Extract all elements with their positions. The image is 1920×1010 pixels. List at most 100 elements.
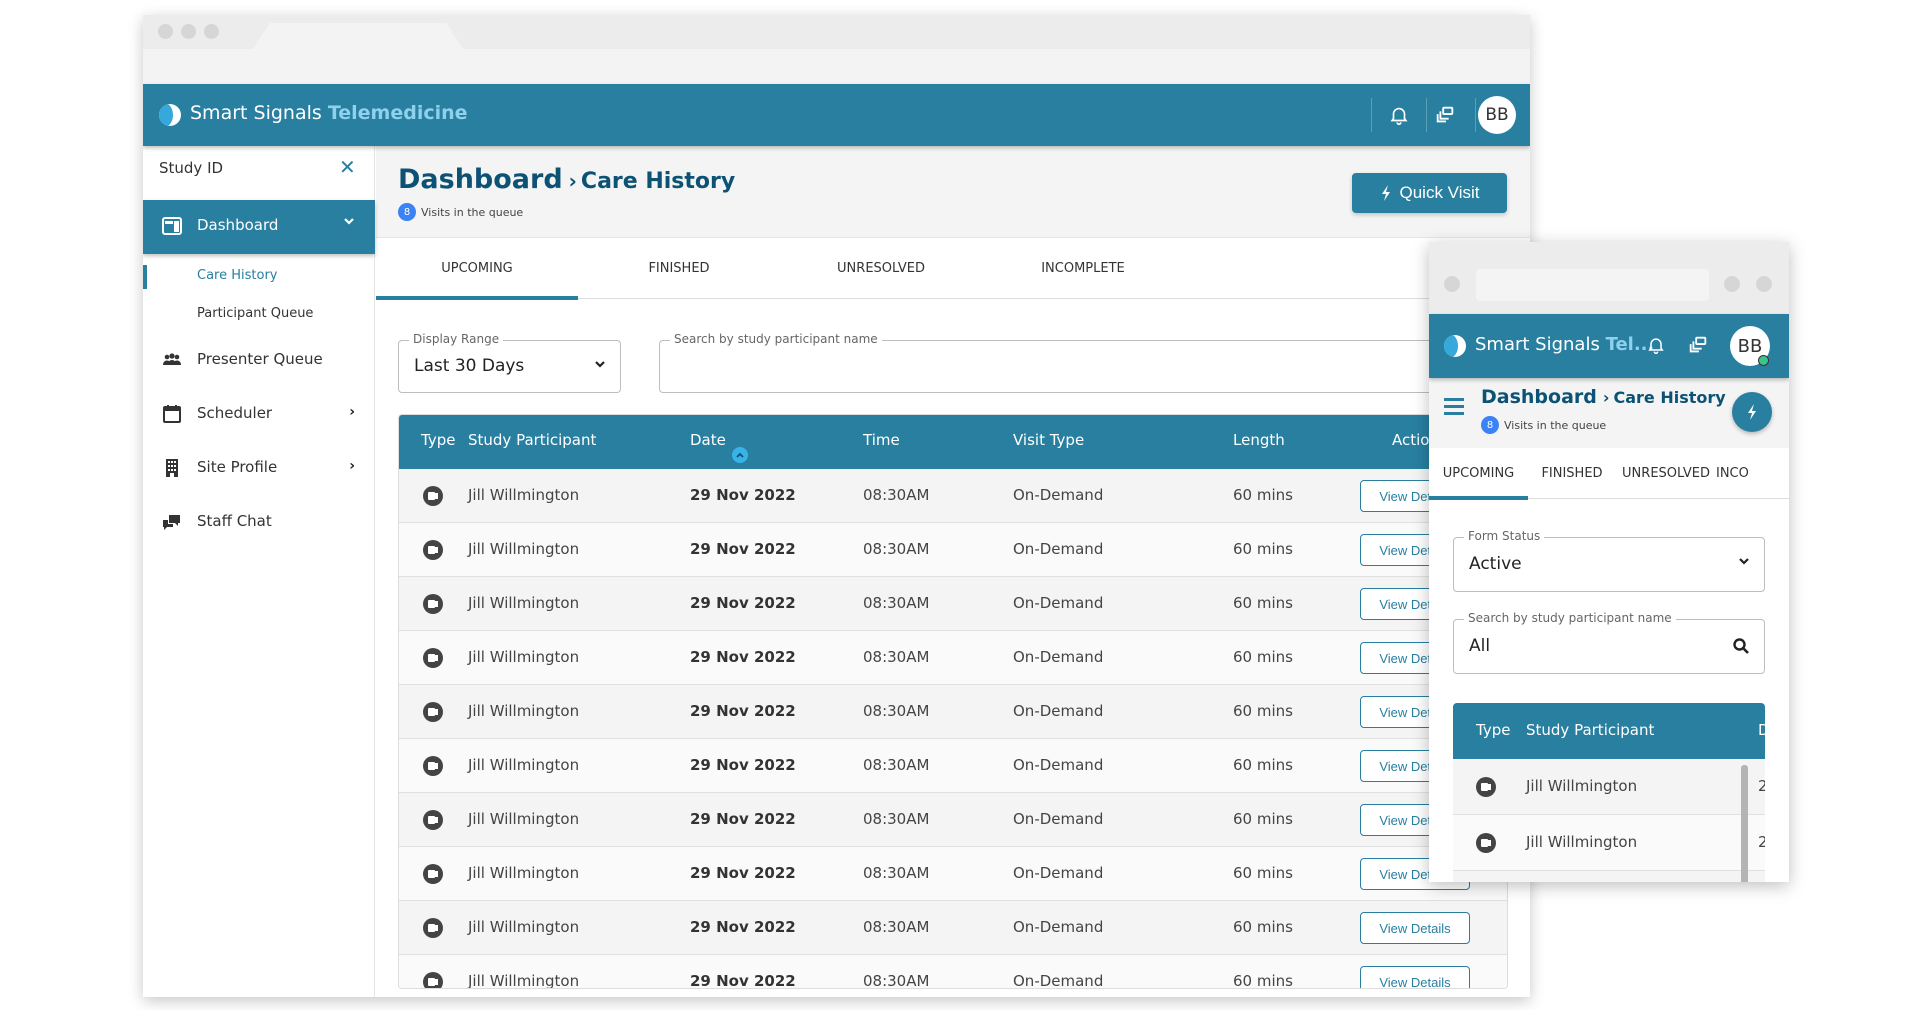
col-study-participant[interactable]: Study Participant [468, 431, 596, 449]
tab-finished[interactable]: FINISHED [1528, 448, 1616, 499]
col-study-participant[interactable]: Study Participant [1526, 721, 1654, 739]
form-status-select[interactable]: Form Status Active [1453, 529, 1765, 592]
breadcrumb-root[interactable]: Dashboard [398, 164, 563, 195]
sidebar-item-label: Scheduler [197, 404, 273, 422]
queue-status: 8 Visits in the queue [1481, 416, 1606, 434]
col-time[interactable]: Time [863, 431, 900, 449]
quick-visit-button[interactable] [1732, 392, 1772, 432]
visit-date: 2 [1758, 833, 1765, 851]
table-row[interactable] [1453, 871, 1765, 882]
col-date[interactable]: Date [690, 431, 748, 463]
sidebar-item-staff-chat[interactable]: Staff Chat [143, 502, 375, 542]
sidebar-item-dashboard[interactable]: Dashboard [143, 200, 375, 254]
visit-date: 29 Nov 2022 [690, 810, 796, 828]
table-row[interactable]: Jill Willmington 29 Nov 2022 08:30AM On-Dem… [399, 955, 1507, 988]
table-row[interactable]: Jill Willmington 29 Nov 2022 08:30AM On-Dem… [399, 901, 1507, 955]
participant-name: Jill Willmington [468, 702, 580, 720]
search-input[interactable]: Search by study participant name [659, 332, 1530, 393]
close-icon[interactable]: ✕ [339, 155, 356, 179]
table-header: Type Study Participant Date Time Visit T… [399, 415, 1507, 469]
table-row[interactable]: Jill Willmington 29 Nov 2022 08:30AM On-Dem… [399, 793, 1507, 847]
visit-length: 60 mins [1233, 918, 1293, 936]
table-row[interactable]: Jill Willmington 29 Nov 2022 08:30AM On-Dem… [399, 469, 1507, 523]
display-range-value: Last 30 Days [414, 356, 525, 376]
form-status-value: Active [1469, 554, 1522, 574]
table-row[interactable]: Jill Willmington 2 [1453, 759, 1765, 815]
chevron-down-icon [1738, 554, 1750, 570]
sort-ascending-icon[interactable] [731, 447, 748, 463]
table-row[interactable]: Jill Willmington 29 Nov 2022 08:30AM On-Dem… [399, 577, 1507, 631]
visit-date: 2 [1758, 777, 1765, 795]
display-range-select[interactable]: Display Range Last 30 Days [398, 332, 621, 393]
table-row[interactable]: Jill Willmington 29 Nov 2022 08:30AM On-Dem… [399, 631, 1507, 685]
window-dot[interactable] [1724, 276, 1740, 292]
col-type: Type [421, 431, 456, 449]
hamburger-menu-icon[interactable] [1444, 398, 1464, 416]
windows-icon[interactable] [1687, 334, 1709, 356]
chat-icon [162, 512, 182, 532]
col-length[interactable]: Length [1233, 431, 1285, 449]
tab-finished[interactable]: FINISHED [578, 238, 780, 299]
mobile-search-input[interactable]: Search by study participant name All [1453, 611, 1765, 674]
tab-incomplete[interactable]: INCOMPLETE [982, 238, 1184, 299]
visit-type: On-Demand [1013, 648, 1104, 666]
table-row[interactable]: Jill Willmington 2 [1453, 815, 1765, 871]
table-scrollbar[interactable] [1741, 765, 1748, 882]
table-row[interactable]: Jill Willmington 29 Nov 2022 08:30AM On-Dem… [399, 739, 1507, 793]
sidebar-subitem-care-history[interactable]: Care History [197, 268, 277, 283]
windows-icon[interactable] [1434, 104, 1456, 126]
sidebar-item-scheduler[interactable]: Scheduler › [143, 394, 375, 434]
sidebar-item-presenter-queue[interactable]: Presenter Queue [143, 340, 375, 380]
tab-unresolved[interactable]: UNRESOLVED [780, 238, 982, 299]
window-maximize-dot[interactable] [204, 24, 219, 39]
window-minimize-dot[interactable] [181, 24, 196, 39]
tab-bar: UPCOMING FINISHED UNRESOLVED INCOMPLETE [376, 238, 1530, 300]
lightning-icon [1380, 184, 1392, 202]
visit-time: 08:30AM [863, 594, 930, 612]
bell-icon[interactable] [1646, 335, 1668, 357]
table-row[interactable]: Jill Willmington 29 Nov 2022 08:30AM On-Dem… [399, 685, 1507, 739]
visit-type: On-Demand [1013, 756, 1104, 774]
view-details-button[interactable]: View Details [1360, 966, 1470, 988]
view-details-button[interactable]: View Details [1360, 912, 1470, 944]
bell-icon[interactable] [1388, 104, 1410, 126]
browser-tab[interactable] [253, 23, 463, 49]
participant-name: Jill Willmington [468, 918, 580, 936]
quick-visit-button[interactable]: Quick Visit [1352, 173, 1507, 213]
user-avatar[interactable]: BB [1478, 96, 1516, 134]
window-dot[interactable] [1444, 276, 1460, 292]
visit-type: On-Demand [1013, 540, 1104, 558]
table-row[interactable]: Jill Willmington 29 Nov 2022 08:30AM On-Dem… [399, 847, 1507, 901]
sidebar-subitem-participant-queue[interactable]: Participant Queue [197, 306, 313, 321]
group-icon [162, 350, 182, 370]
tab-unresolved[interactable]: UNRESOLVED [1616, 448, 1716, 499]
visit-date: 29 Nov 2022 [690, 486, 796, 504]
brand-name: Smart Signals Telemedicine [190, 102, 468, 124]
logo-icon [1444, 335, 1466, 357]
mobile-address-bar[interactable] [1476, 269, 1709, 301]
header-divider [1475, 98, 1476, 132]
search-icon[interactable] [1732, 637, 1750, 659]
form-status-label: Form Status [1464, 529, 1545, 543]
sidebar-item-site-profile[interactable]: Site Profile › [143, 448, 375, 488]
participant-name: Jill Willmington [468, 540, 580, 558]
tab-incomplete[interactable]: INCO [1716, 448, 1756, 499]
tab-upcoming[interactable]: UPCOMING [1429, 448, 1528, 500]
mobile-browser-chrome [1429, 242, 1789, 314]
visit-date: 29 Nov 2022 [690, 648, 796, 666]
table-row[interactable]: Jill Willmington 29 Nov 2022 08:30AM On-Dem… [399, 523, 1507, 577]
queue-count-badge: 8 [1481, 416, 1499, 434]
window-close-dot[interactable] [158, 24, 173, 39]
header-divider [1426, 98, 1427, 132]
video-visit-icon [423, 702, 443, 722]
col-date[interactable]: D [1758, 721, 1765, 739]
sidebar-item-label: Site Profile [197, 458, 278, 476]
col-type: Type [1476, 721, 1511, 739]
col-date-label: Date [690, 431, 726, 449]
col-visit-type[interactable]: Visit Type [1013, 431, 1084, 449]
mobile-app-header: Smart Signals Tel... BB [1429, 314, 1789, 378]
breadcrumb-root[interactable]: Dashboard [1481, 386, 1597, 408]
tab-upcoming[interactable]: UPCOMING [376, 238, 578, 300]
window-dot[interactable] [1756, 276, 1772, 292]
video-visit-icon [423, 864, 443, 884]
